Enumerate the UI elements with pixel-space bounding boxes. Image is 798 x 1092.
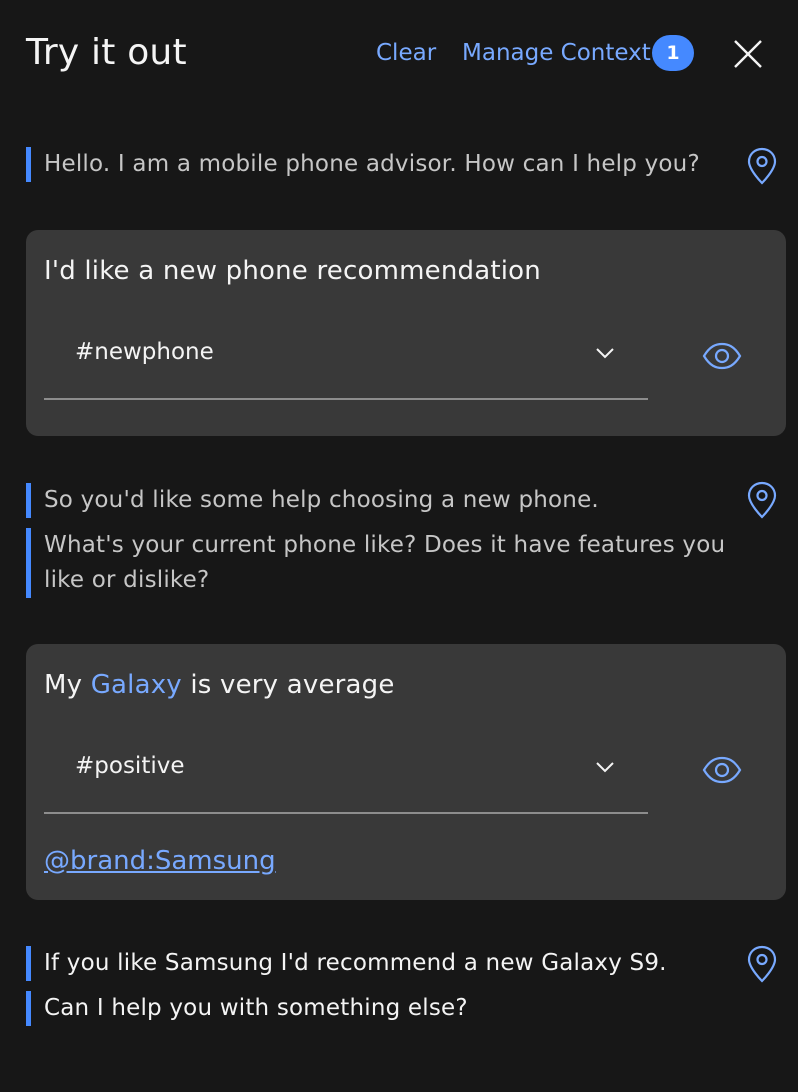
manage-context-button[interactable]: Manage Context — [462, 40, 651, 66]
close-icon[interactable] — [730, 36, 766, 72]
bot-message-line: If you like Samsung I'd recommend a new … — [26, 946, 667, 981]
location-pin-icon[interactable] — [746, 147, 778, 185]
clear-button[interactable]: Clear — [376, 40, 436, 66]
user-message-card: My Galaxy is very average #positive @bra… — [26, 644, 786, 900]
chevron-down-icon — [596, 762, 614, 773]
location-pin-button[interactable] — [746, 481, 778, 519]
bot-message-line: Hello. I am a mobile phone advisor. How … — [26, 147, 700, 182]
panel-title: Try it out — [26, 32, 187, 73]
user-message-text-part: is very average — [181, 670, 395, 700]
intent-dropdown[interactable]: #positive — [44, 728, 648, 814]
location-pin-button[interactable] — [746, 945, 778, 983]
intent-value: #positive — [75, 753, 185, 779]
intent-value: #newphone — [75, 339, 214, 365]
close-button[interactable] — [730, 36, 766, 72]
user-message-text-part: My — [44, 670, 91, 700]
entity-highlight[interactable]: Galaxy — [91, 670, 182, 700]
bot-message-text: What's your current phone like? Does it … — [44, 532, 726, 558]
entity-link[interactable]: @brand:Samsung — [44, 846, 276, 876]
user-message-card: I'd like a new phone recommendation #new… — [26, 230, 786, 436]
eye-icon[interactable] — [702, 341, 742, 371]
chevron-down-icon — [596, 348, 614, 359]
bot-message-line: Can I help you with something else? — [26, 991, 468, 1026]
user-message-text: I'd like a new phone recommendation — [44, 256, 541, 286]
view-details-button[interactable] — [702, 341, 742, 371]
user-message-text: My Galaxy is very average — [44, 670, 395, 700]
location-pin-icon[interactable] — [746, 481, 778, 519]
view-details-button[interactable] — [702, 755, 742, 785]
eye-icon[interactable] — [702, 755, 742, 785]
bot-message-text: like or dislike? — [44, 567, 210, 593]
location-pin-icon[interactable] — [746, 945, 778, 983]
context-count-badge[interactable]: 1 — [652, 35, 694, 71]
location-pin-button[interactable] — [746, 147, 778, 185]
bot-message-line: What's your current phone like? Does it … — [26, 528, 725, 598]
bot-message-line: So you'd like some help choosing a new p… — [26, 483, 599, 518]
intent-dropdown[interactable]: #newphone — [44, 314, 648, 400]
